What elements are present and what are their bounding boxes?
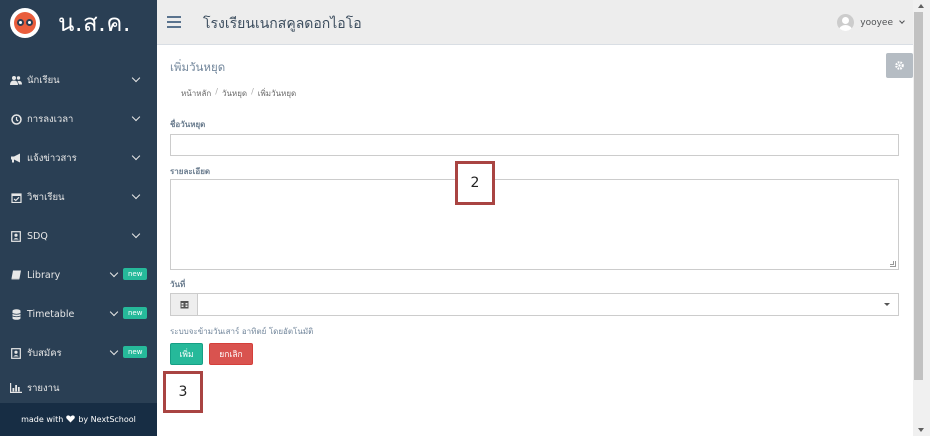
breadcrumb-home[interactable]: หน้าหลัก xyxy=(181,87,211,100)
chevron-down-icon xyxy=(899,18,905,24)
clock-icon xyxy=(10,113,22,125)
scroll-up-icon[interactable] xyxy=(918,4,924,8)
detail-label: รายละเอียด xyxy=(170,167,211,176)
sidebar: น.ส.ค. นักเรียน การลงเวลา แจ้งข่าวสาร วิ… xyxy=(0,0,157,436)
date-input[interactable] xyxy=(198,294,898,315)
new-badge: new xyxy=(123,307,148,319)
vertical-scrollbar[interactable] xyxy=(913,0,930,436)
cancel-button[interactable]: ยกเลิก xyxy=(209,343,253,365)
footer-prefix: made with xyxy=(21,415,64,424)
bar-chart-icon xyxy=(10,382,22,394)
breadcrumb-current: เพิ่มวันหยุด xyxy=(257,89,297,98)
page-title: เพิ่มวันหยุด xyxy=(170,60,226,74)
school-name: โรงเรียนเนกสคูลดอกไอโอ xyxy=(203,16,362,32)
brand-name: น.ส.ค. xyxy=(58,9,131,37)
scrollbar-thumb[interactable] xyxy=(914,12,923,380)
breadcrumb: หน้าหลัก / วันหยุด / เพิ่มวันหยุด xyxy=(181,87,297,100)
annotation-box-3: 3 xyxy=(163,371,203,413)
calendar-check-icon xyxy=(10,191,22,203)
holiday-name-input[interactable] xyxy=(170,134,899,156)
breadcrumb-holidays[interactable]: วันหยุด xyxy=(222,87,247,100)
weekend-skip-note: ระบบจะข้ามวันเสาร์ อาทิตย์ โดยอัตโนมัติ xyxy=(170,327,314,336)
book-icon xyxy=(10,269,22,281)
portrait-icon xyxy=(10,230,22,242)
bullhorn-icon xyxy=(10,152,22,164)
holiday-name-label: ชื่อวันหยุด xyxy=(170,120,206,129)
menu-toggle-icon[interactable] xyxy=(167,16,181,28)
sidebar-item-attendance[interactable]: การลงเวลา xyxy=(0,107,157,131)
users-icon xyxy=(10,74,22,86)
add-button[interactable]: เพิ่ม xyxy=(170,343,203,365)
footer-suffix: by NextSchool xyxy=(78,415,136,424)
avatar xyxy=(837,14,855,31)
date-picker[interactable] xyxy=(170,293,899,316)
database-icon xyxy=(10,308,22,320)
caret-down-icon xyxy=(884,303,890,306)
calendar-addon[interactable] xyxy=(171,294,198,315)
gear-icon xyxy=(895,61,904,70)
sidebar-item-timetable[interactable]: Timetable new xyxy=(0,302,157,326)
sidebar-item-subjects[interactable]: วิชาเรียน xyxy=(0,185,157,209)
username: yooyee xyxy=(860,17,893,28)
scroll-down-icon[interactable] xyxy=(918,428,924,432)
sidebar-item-news[interactable]: แจ้งข่าวสาร xyxy=(0,146,157,170)
sidebar-item-library[interactable]: Library new xyxy=(0,263,157,287)
brand[interactable]: น.ส.ค. xyxy=(0,0,157,45)
sidebar-item-label: รายงาน xyxy=(27,382,60,394)
sidebar-item-sdq[interactable]: SDQ xyxy=(0,224,157,248)
user-menu[interactable]: yooyee xyxy=(837,14,905,31)
new-badge: new xyxy=(123,346,148,358)
top-navbar: โรงเรียนเนกสคูลดอกไอโอ yooyee xyxy=(157,0,930,45)
sidebar-item-students[interactable]: นักเรียน xyxy=(0,68,157,92)
settings-button[interactable] xyxy=(886,53,913,78)
resize-handle-icon[interactable] xyxy=(890,261,896,267)
heart-icon xyxy=(66,414,76,425)
annotation-box-2: 2 xyxy=(455,161,495,205)
date-label: วันที่ xyxy=(170,280,186,289)
portrait-icon xyxy=(10,347,22,359)
sidebar-item-reports[interactable]: รายงาน xyxy=(0,376,157,400)
new-badge: new xyxy=(123,268,148,280)
owl-logo-icon xyxy=(10,7,40,38)
sidebar-footer: made with by NextSchool xyxy=(0,403,157,436)
main-content: เพิ่มวันหยุด หน้าหลัก / วันหยุด / เพิ่มว… xyxy=(157,45,913,436)
detail-textarea[interactable] xyxy=(170,179,899,270)
calendar-icon xyxy=(180,301,188,309)
sidebar-item-admission[interactable]: รับสมัคร new xyxy=(0,341,157,365)
